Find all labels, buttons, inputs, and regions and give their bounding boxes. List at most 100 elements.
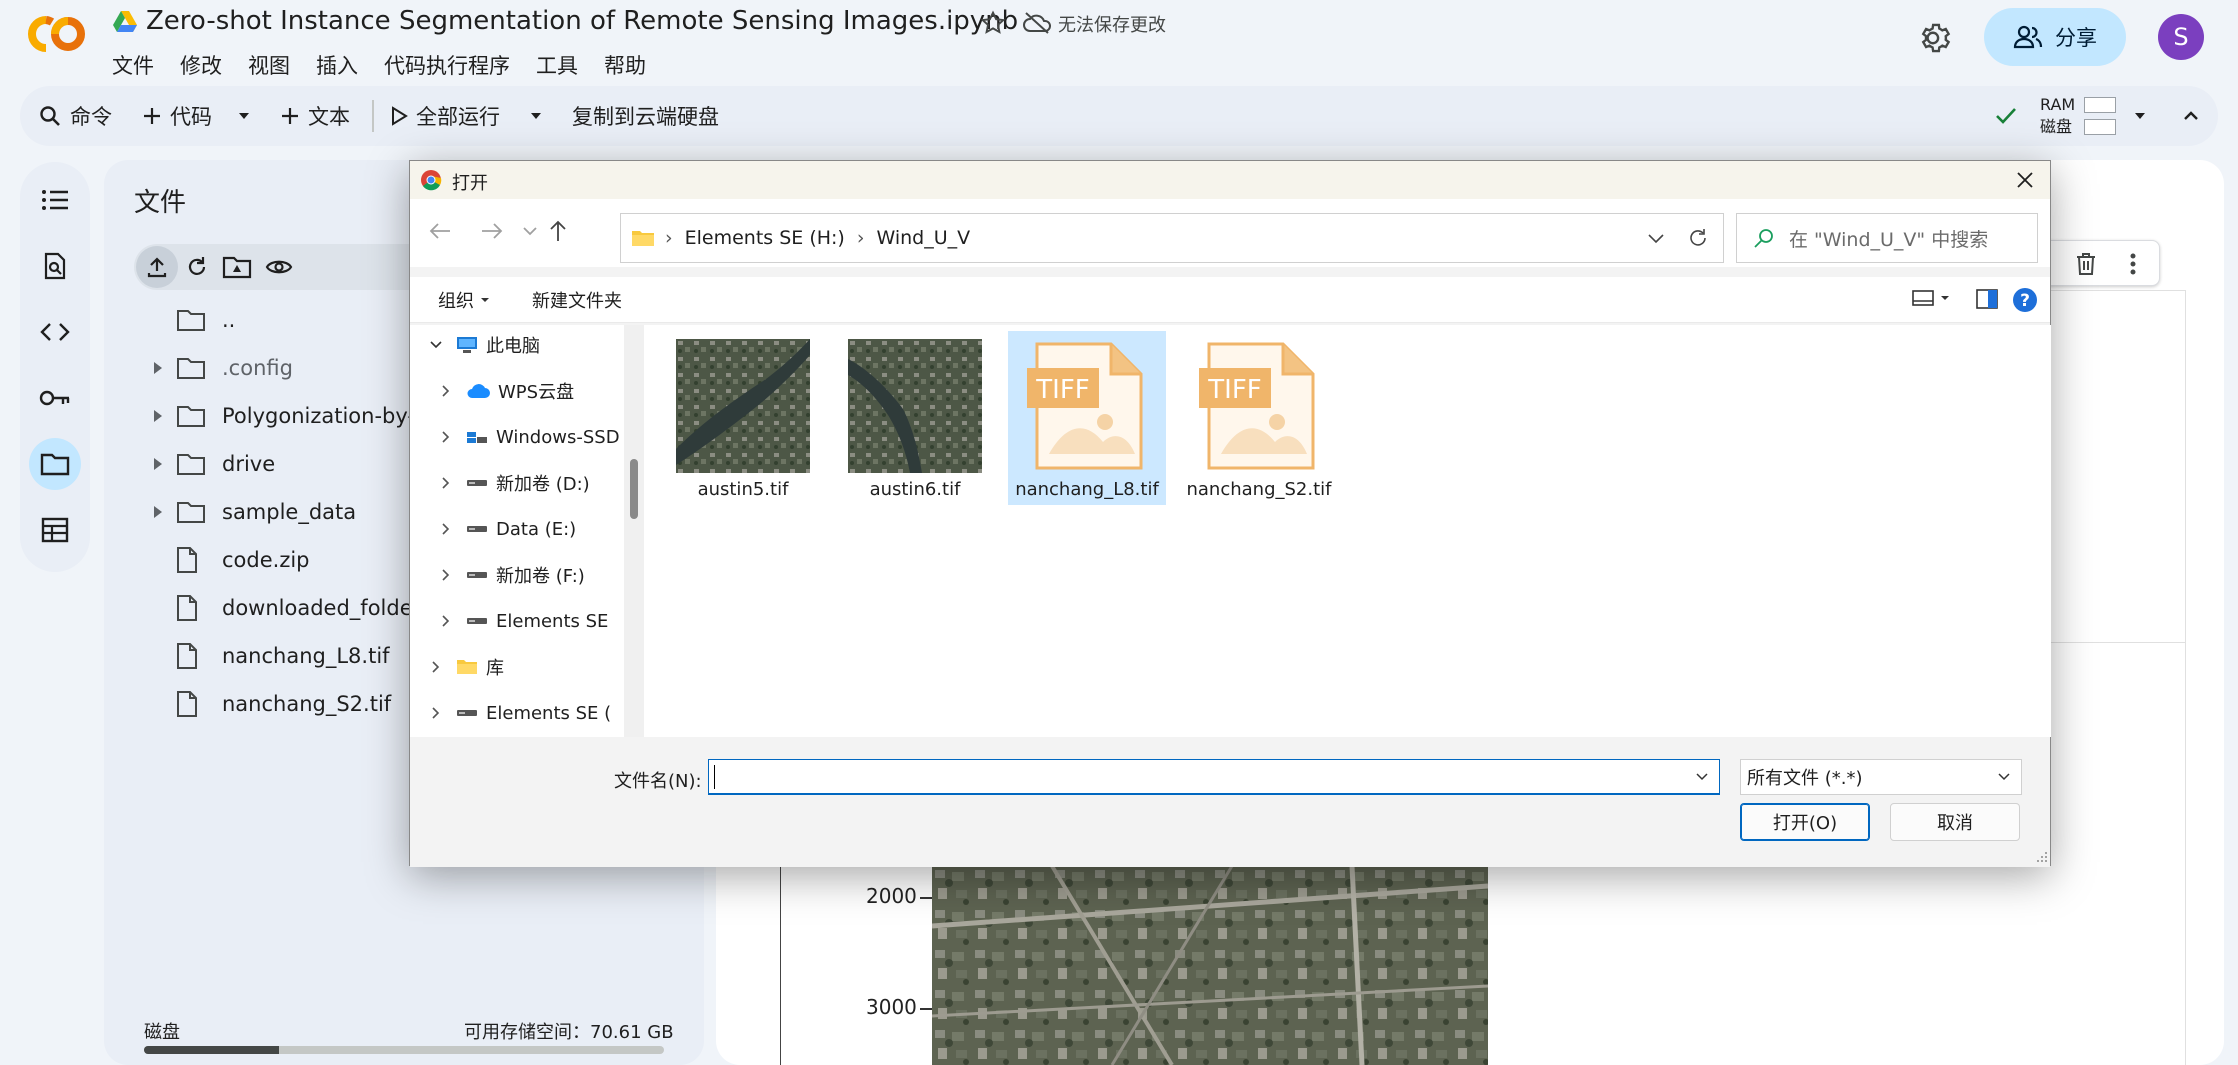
add-text-button[interactable]: 文本 [280,86,350,146]
upload-icon[interactable] [136,246,178,288]
secrets-key-icon[interactable] [29,372,81,424]
address-dropdown-chevron-icon[interactable] [1647,232,1665,244]
breadcrumb-drive[interactable]: Elements SE (H:) [685,227,845,249]
google-drive-icon[interactable] [112,10,138,34]
gear-icon[interactable] [1918,20,1954,56]
chevron-right-icon[interactable] [424,706,448,720]
address-bar[interactable]: › Elements SE (H:) › Wind_U_V [620,213,1724,263]
open-button[interactable]: 打开(O) [1740,803,1870,841]
eye-icon[interactable] [264,252,294,282]
refresh-icon[interactable] [1687,227,1709,249]
colab-logo[interactable] [24,12,88,56]
breadcrumb-folder[interactable]: Wind_U_V [876,227,970,249]
data-table-icon[interactable] [29,504,81,556]
recent-locations-chevron-down-icon[interactable] [522,225,538,237]
file-type-select[interactable]: 所有文件 (*.*) [1740,759,2022,795]
tree-folder-row[interactable]: Polygonization-by-Fr [140,396,434,436]
chevron-right-icon[interactable] [434,476,458,490]
run-all-dropdown-caret[interactable] [528,86,544,146]
filename-history-chevron-icon[interactable] [1695,772,1709,782]
nav-tree-item[interactable]: 新加卷 (D:) [434,463,590,503]
navigation-scrollbar-thumb[interactable] [630,459,638,519]
resources-dropdown-caret[interactable] [2132,86,2148,146]
menu-runtime[interactable]: 代码执行程序 [384,50,510,80]
nav-tree-item[interactable]: Elements SE ( [424,693,611,733]
code-dropdown-caret[interactable] [236,86,252,146]
table-of-contents-icon[interactable] [29,174,81,226]
filename-input[interactable] [708,759,1720,795]
tree-folder-row[interactable]: drive [140,444,275,484]
chevron-right-icon[interactable] [424,660,448,674]
add-code-button[interactable]: 代码 [142,86,212,146]
find-in-page-icon[interactable] [29,240,81,292]
menu-help[interactable]: 帮助 [604,50,646,80]
expand-arrow-icon[interactable] [140,457,176,471]
tree-file-row[interactable]: code.zip [140,540,310,580]
more-vert-icon[interactable] [2129,252,2137,276]
forward-arrow-icon[interactable] [480,221,504,241]
menu-view[interactable]: 视图 [248,50,290,80]
avatar[interactable]: S [2158,14,2204,60]
run-all-button[interactable]: 全部运行 [390,86,500,146]
refresh-icon[interactable] [182,252,212,282]
tree-folder-row[interactable]: sample_data [140,492,356,532]
nav-tree-item[interactable]: 库 [424,647,504,687]
file-tile[interactable]: TIFF nanchang_L8.tif [1008,331,1166,505]
nav-tree-item[interactable]: 新加卷 (F:) [434,555,585,595]
tree-file-row[interactable]: nanchang_L8.tif [140,636,390,676]
navigation-scrollbar[interactable] [624,325,644,737]
command-palette-button[interactable]: 命令 [38,86,112,146]
collapse-chevron-up-icon[interactable] [2182,86,2200,146]
preview-pane-icon[interactable] [1976,289,1998,309]
file-tile[interactable]: TIFF nanchang_S2.tif [1180,331,1338,505]
file-name-label: nanchang_L8.tif [1015,479,1159,500]
tree-item-label: .config [222,356,293,380]
nav-tree-item[interactable]: Windows-SSD [434,417,620,457]
view-options-icon[interactable] [1912,289,1950,307]
file-tile[interactable]: austin6.tif [836,331,994,505]
tree-folder-row[interactable]: .. [140,300,235,340]
nav-tree-item[interactable]: Elements SE [434,601,608,641]
mount-drive-folder-icon[interactable] [222,252,252,282]
menu-insert[interactable]: 插入 [316,50,358,80]
close-icon[interactable] [2012,167,2038,193]
expand-arrow-icon[interactable] [140,361,176,375]
chevron-right-icon[interactable] [434,430,458,444]
resize-grip-icon[interactable] [2036,851,2048,863]
notebook-title[interactable]: Zero-shot Instance Segmentation of Remot… [146,6,1018,36]
chevron-down-icon[interactable] [424,340,448,350]
share-button[interactable]: 分享 [1984,8,2126,66]
delete-trash-icon[interactable] [2075,252,2097,276]
ram-disk-indicator[interactable]: RAM 磁盘 [2040,94,2116,138]
files-folder-icon[interactable] [29,438,81,490]
cancel-button[interactable]: 取消 [1890,803,2020,841]
star-icon[interactable] [980,10,1006,36]
nav-tree-item[interactable]: Data (E:) [434,509,576,549]
folder-icon [176,452,212,476]
tree-file-row[interactable]: nanchang_S2.tif [140,684,391,724]
menu-tools[interactable]: 工具 [536,50,578,80]
tree-file-row[interactable]: downloaded_folder.zi [140,588,443,628]
chevron-right-icon[interactable] [434,614,458,628]
wps-cloud-icon [466,383,490,399]
chevron-right-icon[interactable] [434,384,458,398]
code-snippets-icon[interactable] [29,306,81,358]
menu-edit[interactable]: 修改 [180,50,222,80]
file-tile[interactable]: austin5.tif [664,331,822,505]
up-arrow-icon[interactable] [548,219,568,243]
tree-folder-row[interactable]: .config [140,348,293,388]
disk-meter [2084,119,2116,135]
organize-menu[interactable]: 组织 [438,287,490,313]
chevron-right-icon[interactable] [434,522,458,536]
expand-arrow-icon[interactable] [140,409,176,423]
back-arrow-icon[interactable] [428,221,452,241]
new-folder-button[interactable]: 新建文件夹 [532,287,622,313]
nav-tree-item[interactable]: WPS云盘 [434,371,574,411]
help-icon[interactable]: ? [2012,287,2038,313]
nav-tree-item[interactable]: 此电脑 [424,325,540,365]
menu-file[interactable]: 文件 [112,50,154,80]
copy-to-drive-button[interactable]: 复制到云端硬盘 [572,86,719,146]
search-input[interactable]: 在 "Wind_U_V" 中搜索 [1736,213,2038,263]
chevron-right-icon[interactable] [434,568,458,582]
expand-arrow-icon[interactable] [140,505,176,519]
